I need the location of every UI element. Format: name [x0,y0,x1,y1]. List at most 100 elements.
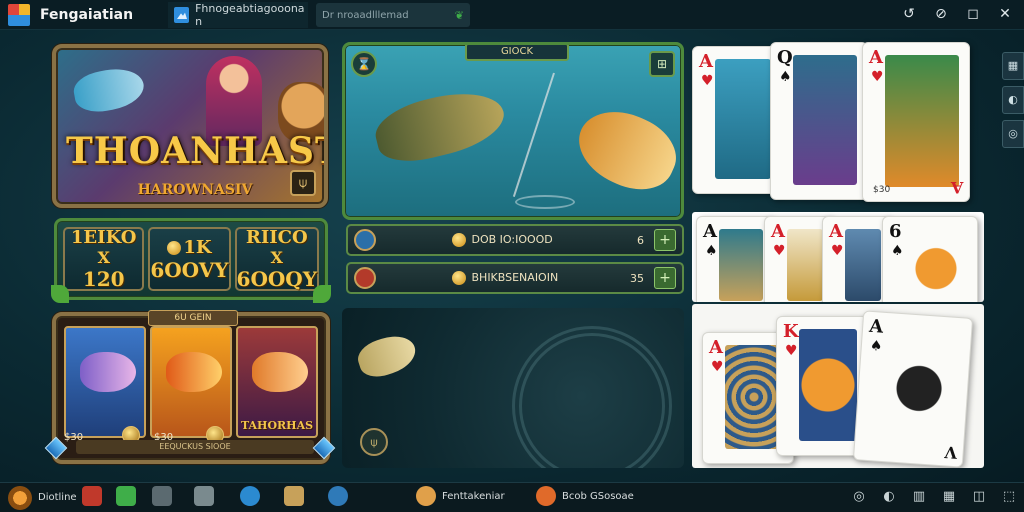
card-art [719,229,763,301]
tray-icon[interactable]: ▦ [940,488,958,506]
game-banner[interactable]: THOANHAST HAROWNASIV ⍦ [52,44,328,208]
card-art [725,345,783,449]
plus-button[interactable]: + [654,229,676,251]
target-icon[interactable]: ◎ [1002,120,1024,148]
maximize-icon[interactable]: ◻ [964,5,982,23]
app-icon[interactable] [152,486,172,506]
tray-icon[interactable]: ▥ [910,488,928,506]
plus-button[interactable]: + [654,267,676,289]
tray-icon[interactable]: ◎ [850,488,868,506]
heart-icon: ♥ [785,343,798,359]
gem-icon [312,436,336,460]
tab-search-text: Dr nroaadlllemad [322,9,409,21]
coin-icon [452,233,466,247]
leaf-icon: ❦ [454,8,464,22]
spade-icon: ♠ [779,69,792,85]
spade-icon: ♠ [891,243,904,259]
stat-bottom: 6OOQY [236,267,317,291]
tray-icon[interactable]: ⬚ [1000,488,1018,506]
tab-search-field[interactable]: Dr nroaadlllemad ❦ [316,3,470,27]
stat-card[interactable]: RIICO X 6OOQY [234,227,319,291]
playing-card[interactable]: 6 ♠ [882,216,978,302]
app-icon[interactable] [116,486,136,506]
card-art [799,329,857,441]
refresh-icon[interactable]: ↺ [900,5,918,23]
playing-card[interactable]: A ♠ [696,216,774,302]
app-icon[interactable] [328,486,348,506]
app-icon[interactable] [240,486,260,506]
app-icon[interactable] [536,486,556,506]
tab-active[interactable]: Fhnogeabtiagooona n [168,2,308,28]
card-art [715,59,771,179]
app-icon[interactable] [194,486,214,506]
bar-value: 35 [630,271,644,285]
start-icon[interactable] [8,485,32,510]
start-label: Diotline [38,492,77,503]
panel-button[interactable]: ⍦ [360,428,388,456]
scene-fish [369,82,511,170]
fishing-line [512,72,555,197]
fish-card-row: TAHORHAS [64,326,318,438]
timer-icon[interactable]: ⌛ [351,51,377,77]
card-rank: 6 [889,221,902,242]
card-value: $30 [873,185,891,195]
tray-icon[interactable]: ◫ [970,488,988,506]
card-art [885,55,959,187]
taskbar-app-label[interactable]: Bcob GSosoae [562,491,634,502]
fish-card[interactable] [150,326,232,438]
card-rank: A [829,221,843,242]
card-art [793,55,857,185]
app-icon[interactable] [82,486,102,506]
card-row-top: A ♥ Q ♠ A ♥ $30 A [692,42,982,204]
bar-text: BHIKBSENAIOIN [471,271,559,284]
fish-card[interactable] [64,326,146,438]
card-rank: A [771,221,785,242]
scene-badge: GIOCK [465,45,569,61]
info-bar[interactable]: BHIKBSENAIOIN 35 + [346,262,684,294]
card-row-middle: A ♠ A ♥ A ♥ 6 ♠ [692,212,984,302]
leaf-ornament-icon [313,285,331,303]
card-art [787,229,823,301]
banner-fish [71,64,147,116]
fish-card[interactable]: TAHORHAS [236,326,318,438]
info-bar[interactable]: DOB IO:IOOOD 6 + [346,224,684,256]
leaf-ornament-icon [51,285,69,303]
stat-bottom: 6OOVY [150,257,229,282]
layout-icon[interactable]: ▦ [1002,52,1024,80]
tab-label: Fhnogeabtiagooona n [195,2,305,28]
app-icon[interactable] [416,486,436,506]
playing-card[interactable]: A ♥ [692,46,782,194]
title-bar: Fengaiatian [0,0,1024,30]
banner-corner-button[interactable]: ⍦ [290,170,316,196]
heart-icon: ♥ [711,359,724,375]
bar-value: 6 [637,233,644,247]
card-rank: A [699,51,713,72]
fish-art [80,352,136,392]
bar-icon [354,267,376,289]
fish-cards-panel: 6U GEIN TAHORHAS $30 $30 EEQUCKUS SIOOE [44,310,336,464]
banner-title: THOANHAST [66,130,328,172]
panel-fish [353,329,421,383]
contrast-icon[interactable]: ◐ [1002,86,1024,114]
app-icon[interactable] [284,486,304,506]
stat-card[interactable]: 1K 6OOVY [148,227,231,291]
block-icon[interactable]: ⊘ [932,5,950,23]
playing-card[interactable]: A ♥ $30 A [862,42,970,202]
tray-icon[interactable]: ◐ [880,488,898,506]
fish-art [252,352,308,392]
system-tray: ◎ ◐ ▥ ▦ ◫ ⬚ [850,488,1018,506]
card-rank: K [783,321,799,342]
stat-card[interactable]: 1EIKO X 120 [63,227,145,291]
stat-top: RIICO [245,227,308,248]
grid-icon[interactable]: ⊞ [649,51,675,77]
card-art [876,324,962,452]
stat-top: 1K [183,236,212,258]
playing-card[interactable]: A ♠ V [852,310,974,468]
card-art [905,229,967,301]
taskbar-app-label[interactable]: Fenttakeniar [442,491,505,502]
window-controls: ↺ ⊘ ◻ ✕ [900,5,1014,23]
fishing-scene[interactable]: GIOCK ⌛ ⊞ [342,42,684,220]
playing-card[interactable]: Q ♠ [770,42,868,200]
heart-icon: ♥ [871,69,884,85]
close-icon[interactable]: ✕ [996,5,1014,23]
